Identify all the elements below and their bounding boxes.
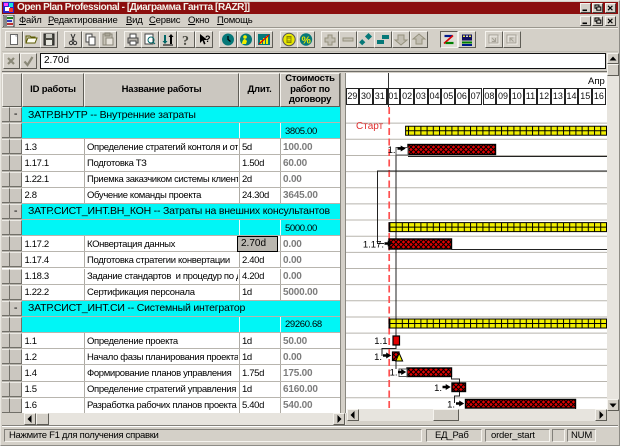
svg-text:1.1: 1.1 <box>374 336 387 347</box>
svg-text:?: ? <box>182 34 189 47</box>
svg-text:1.: 1. <box>390 368 398 379</box>
svg-text:1.: 1. <box>374 352 382 363</box>
svg-text:1.: 1. <box>388 145 396 156</box>
svg-text:?: ? <box>205 34 211 44</box>
svg-text:1.17.: 1.17. <box>363 240 384 251</box>
svg-text:%: % <box>302 35 312 47</box>
svg-text:1.: 1. <box>434 383 442 394</box>
svg-text:Старт: Старт <box>356 121 384 132</box>
